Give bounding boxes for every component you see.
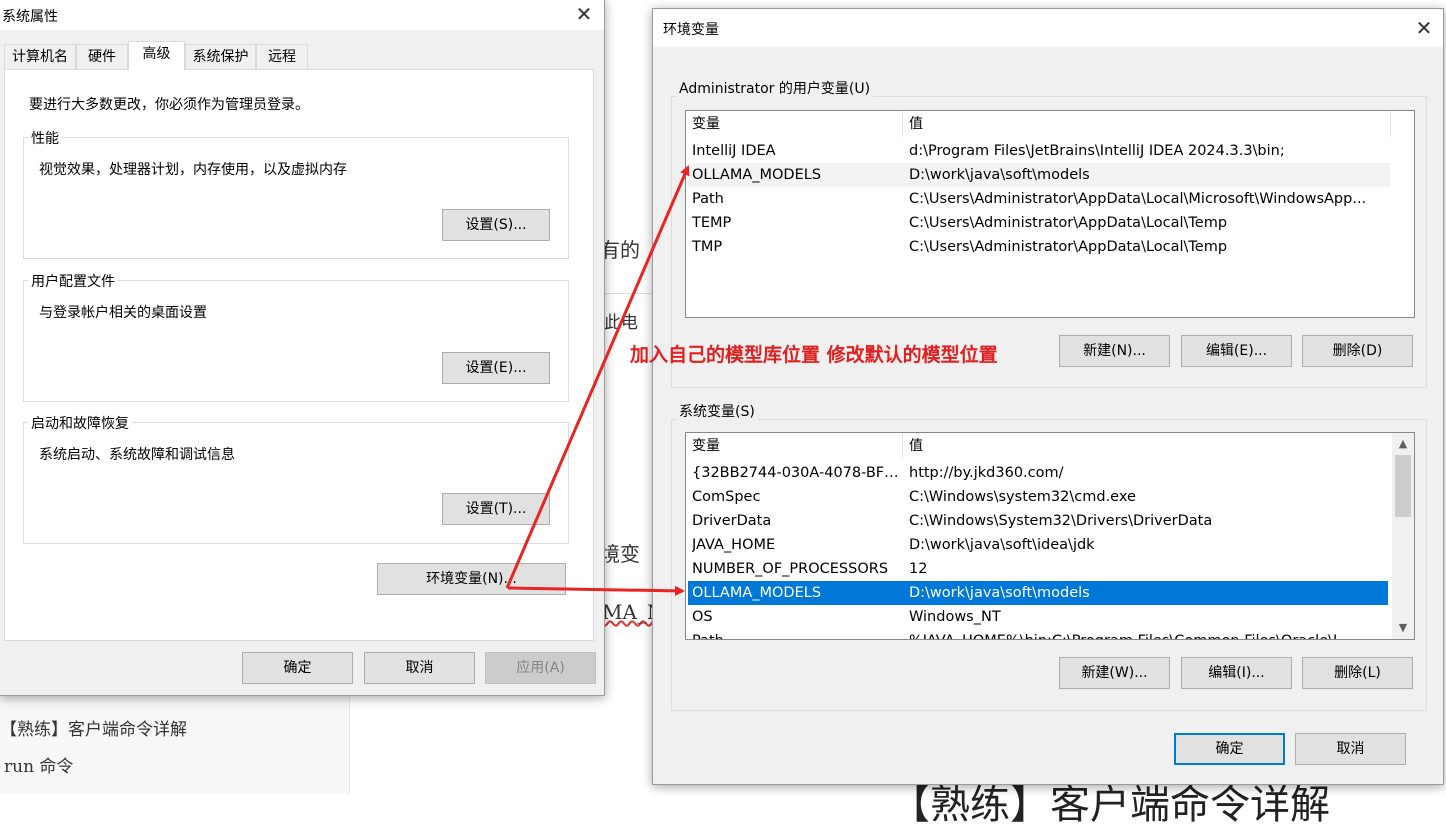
variable-value: D:\work\java\soft\idea\jdk — [909, 537, 1095, 553]
close-icon[interactable]: ✕ — [1409, 14, 1439, 42]
admin-note: 要进行大多数更改，你必须作为管理员登录。 — [29, 97, 309, 113]
startup-recovery-settings-button[interactable]: 设置(T)... — [442, 493, 550, 525]
variable-name: {32BB2744-030A-4078-BFC... — [692, 465, 902, 481]
environment-variables-button[interactable]: 环境变量(N)... — [377, 563, 566, 595]
variable-name: JAVA_HOME — [692, 537, 776, 553]
user-profiles-settings-button[interactable]: 设置(E)... — [442, 352, 550, 384]
list-item[interactable]: ComSpec C:\Windows\system32\cmd.exe — [688, 485, 1388, 509]
variable-value: %JAVA_HOME%\bin;C:\Program Files\Common … — [909, 629, 1384, 639]
variable-value: C:\Users\Administrator\AppData\Local\Mic… — [909, 191, 1367, 207]
list-item[interactable]: DriverData C:\Windows\System32\Drivers\Dr… — [688, 509, 1388, 533]
system-variables-list[interactable]: 变量 值 {32BB2744-030A-4078-BFC... http://by… — [685, 432, 1415, 640]
variable-name: TMP — [692, 239, 723, 255]
group-label: 性能 — [28, 128, 62, 148]
system-new-button[interactable]: 新建(W)... — [1059, 657, 1170, 689]
group-description: 视觉效果，处理器计划，内存使用，以及虚拟内存 — [39, 162, 347, 178]
article-sidebar-link[interactable]: 【熟练】客户端命令详解 — [0, 715, 340, 740]
system-edit-button[interactable]: 编辑(I)... — [1181, 657, 1292, 689]
article-sidebar-link[interactable]: run 命令 — [4, 752, 73, 777]
variable-value: 12 — [909, 561, 928, 577]
close-icon[interactable]: ✕ — [569, 0, 599, 28]
apply-button[interactable]: 应用(A) — [485, 652, 596, 684]
list-item[interactable]: TMP C:\Users\Administrator\AppData\Local\… — [688, 235, 1390, 259]
system-properties-dialog: 系统属性 ✕ 计算机名 硬件 高级 系统保护 远程 要进行大多数更改，你必须作为… — [0, 0, 605, 696]
tab-computer-name[interactable]: 计算机名 — [4, 44, 76, 69]
variable-name: OS — [692, 609, 713, 625]
ok-button[interactable]: 确定 — [1174, 733, 1285, 765]
variable-value: C:\Windows\System32\Drivers\DriverData — [909, 513, 1213, 529]
annotation-text: 加入自己的模型库位置 修改默认的模型位置 — [630, 344, 998, 366]
scroll-up-icon[interactable]: ▲ — [1393, 435, 1413, 453]
group-label: 启动和故障恢复 — [28, 413, 132, 433]
column-header-value[interactable]: 值 — [903, 111, 1391, 137]
tab-hardware[interactable]: 硬件 — [76, 44, 128, 69]
dialog-title: 环境变量 — [663, 22, 719, 38]
list-item[interactable]: Path %JAVA_HOME%\bin;C:\Program Files\Com… — [688, 629, 1388, 639]
variable-value: C:\Users\Administrator\AppData\Local\Tem… — [909, 239, 1228, 255]
variable-value: C:\Users\Administrator\AppData\Local\Tem… — [909, 215, 1228, 231]
variable-name: OLLAMA_MODELS — [692, 585, 822, 601]
article-text-fragment: 有的 — [600, 238, 640, 262]
list-header: 变量 值 — [686, 111, 1412, 137]
user-new-button[interactable]: 新建(N)... — [1059, 335, 1170, 367]
variable-value: http://by.jkd360.com/ — [909, 465, 1064, 481]
article-text-fragment: 境变 — [600, 542, 640, 566]
variable-value: D:\work\java\soft\models — [909, 167, 1090, 183]
variable-name: Path — [692, 191, 724, 207]
titlebar: 环境变量 ✕ — [653, 9, 1443, 47]
environment-variables-dialog: 环境变量 ✕ Administrator 的用户变量(U) 变量 值 Intel… — [652, 8, 1444, 785]
tab-panel: 要进行大多数更改，你必须作为管理员登录。 性能 视觉效果，处理器计划，内存使用，… — [4, 69, 594, 641]
variable-name: ComSpec — [692, 489, 761, 505]
tab-remote[interactable]: 远程 — [256, 44, 308, 69]
system-delete-button[interactable]: 删除(L) — [1302, 657, 1413, 689]
tab-system-protection[interactable]: 系统保护 — [185, 44, 256, 69]
article-text-fragment: 此电 — [604, 313, 638, 333]
tab-advanced[interactable]: 高级 — [128, 41, 185, 70]
column-header-value[interactable]: 值 — [903, 433, 1391, 459]
list-item[interactable]: JAVA_HOME D:\work\java\soft\idea\jdk — [688, 533, 1388, 557]
list-item[interactable]: {32BB2744-030A-4078-BFC... http://by.jkd3… — [688, 461, 1388, 485]
group-description: 系统启动、系统故障和调试信息 — [39, 447, 235, 463]
list-item[interactable]: OLLAMA_MODELS D:\work\java\soft\models — [688, 581, 1388, 605]
column-header-variable[interactable]: 变量 — [686, 433, 903, 459]
user-variables-list[interactable]: 变量 值 IntelliJ IDEA d:\Program Files\JetBr… — [685, 110, 1415, 318]
scroll-down-icon[interactable]: ▼ — [1393, 619, 1413, 637]
column-header-variable[interactable]: 变量 — [686, 111, 903, 137]
variable-value: D:\work\java\soft\models — [909, 585, 1090, 601]
user-delete-button[interactable]: 删除(D) — [1302, 335, 1413, 367]
variable-value: C:\Windows\system32\cmd.exe — [909, 489, 1136, 505]
variable-name: TEMP — [692, 215, 732, 231]
list-item[interactable]: TEMP C:\Users\Administrator\AppData\Local… — [688, 211, 1390, 235]
cancel-button[interactable]: 取消 — [1295, 733, 1406, 765]
variable-name: NUMBER_OF_PROCESSORS — [692, 561, 889, 577]
variable-value: Windows_NT — [909, 609, 1001, 625]
list-item[interactable]: IntelliJ IDEA d:\Program Files\JetBrains\… — [688, 139, 1390, 163]
variable-name: IntelliJ IDEA — [692, 143, 776, 159]
article-divider — [600, 293, 652, 294]
article-sidebar — [0, 690, 350, 794]
group-label: 系统变量(S) — [676, 401, 758, 421]
list-item[interactable]: NUMBER_OF_PROCESSORS 12 — [688, 557, 1388, 581]
list-item[interactable]: OLLAMA_MODELS D:\work\java\soft\models — [688, 163, 1390, 187]
titlebar: 系统属性 ✕ — [0, 0, 604, 30]
variable-name: Path — [692, 629, 902, 639]
group-label: 用户配置文件 — [28, 271, 118, 291]
dialog-title: 系统属性 — [2, 9, 58, 25]
variable-name: OLLAMA_MODELS — [692, 167, 822, 183]
list-header: 变量 值 — [686, 433, 1392, 459]
user-edit-button[interactable]: 编辑(E)... — [1181, 335, 1292, 367]
group-description: 与登录帐户相关的桌面设置 — [39, 305, 207, 321]
group-label: Administrator 的用户变量(U) — [676, 78, 874, 98]
scroll-thumb[interactable] — [1395, 455, 1411, 517]
startup-recovery-group — [23, 422, 569, 544]
variable-value: d:\Program Files\JetBrains\IntelliJ IDEA… — [909, 143, 1285, 159]
performance-settings-button[interactable]: 设置(S)... — [442, 209, 550, 241]
variable-name: DriverData — [692, 513, 772, 529]
list-item[interactable]: Path C:\Users\Administrator\AppData\Local… — [688, 187, 1390, 211]
ok-button[interactable]: 确定 — [242, 652, 353, 684]
cancel-button[interactable]: 取消 — [364, 652, 475, 684]
list-item[interactable]: OS Windows_NT — [688, 605, 1388, 629]
system-list-scrollbar[interactable]: ▲ ▼ — [1392, 433, 1414, 639]
